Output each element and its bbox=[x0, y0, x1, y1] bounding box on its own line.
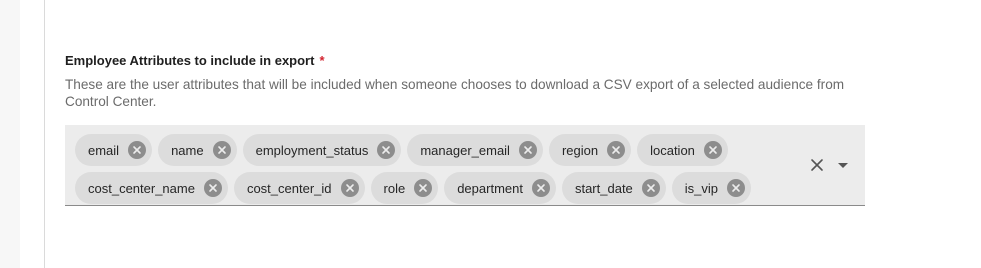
attribute-chip[interactable]: cost_center_id bbox=[233, 172, 365, 204]
attribute-chip[interactable]: email bbox=[75, 134, 153, 166]
attribute-chip[interactable]: start_date bbox=[561, 172, 666, 204]
chip-label: start_date bbox=[574, 180, 633, 196]
chip-label: department bbox=[457, 180, 523, 196]
chip-label: is_vip bbox=[684, 180, 719, 196]
chip-label: region bbox=[561, 142, 599, 158]
clear-all-icon[interactable] bbox=[809, 157, 825, 173]
chip-remove-icon[interactable] bbox=[518, 141, 537, 159]
chip-remove-icon[interactable] bbox=[703, 141, 722, 159]
chip-label: email bbox=[88, 142, 120, 158]
chip-remove-icon[interactable] bbox=[414, 179, 433, 197]
field-label: Employee Attributes to include in export… bbox=[65, 53, 325, 68]
chip-label: employment_status bbox=[255, 142, 369, 158]
chip-label: manager_email bbox=[420, 142, 510, 158]
chip-label: cost_center_id bbox=[246, 180, 332, 196]
required-marker: * bbox=[319, 53, 325, 68]
chip-label: role bbox=[383, 180, 406, 196]
attribute-chip[interactable]: employment_status bbox=[242, 134, 402, 166]
attribute-chip[interactable]: name bbox=[158, 134, 237, 166]
chip-remove-icon[interactable] bbox=[128, 141, 147, 159]
field-label-text: Employee Attributes to include in export bbox=[65, 53, 315, 68]
chip-row-1: email name employment_status manager_email r… bbox=[75, 134, 728, 166]
dropdown-arrow-icon[interactable] bbox=[838, 163, 848, 168]
left-rail bbox=[0, 0, 20, 268]
chip-remove-icon[interactable] bbox=[340, 179, 359, 197]
chip-remove-icon[interactable] bbox=[203, 179, 222, 197]
chip-remove-icon[interactable] bbox=[377, 141, 396, 159]
chip-remove-icon[interactable] bbox=[607, 141, 626, 159]
attributes-multiselect[interactable]: email name employment_status manager_email r… bbox=[65, 125, 865, 206]
chip-label: name bbox=[171, 142, 204, 158]
chip-remove-icon[interactable] bbox=[727, 179, 746, 197]
attribute-chip[interactable]: is_vip bbox=[671, 172, 752, 204]
attribute-chip[interactable]: cost_center_name bbox=[75, 172, 228, 204]
chip-remove-icon[interactable] bbox=[641, 179, 660, 197]
rail-divider bbox=[44, 0, 45, 268]
chip-row-2: cost_center_name cost_center_id role depart… bbox=[75, 172, 752, 204]
chip-remove-icon[interactable] bbox=[212, 141, 231, 159]
attribute-chip[interactable]: location bbox=[637, 134, 728, 166]
chip-label: location bbox=[650, 142, 695, 158]
chip-label: cost_center_name bbox=[88, 180, 195, 196]
attribute-chip[interactable]: region bbox=[548, 134, 632, 166]
chip-remove-icon[interactable] bbox=[531, 179, 550, 197]
attribute-chip[interactable]: department bbox=[444, 172, 556, 204]
attribute-chip[interactable]: role bbox=[370, 172, 439, 204]
field-help-text: These are the user attributes that will … bbox=[65, 77, 845, 109]
attribute-chip[interactable]: manager_email bbox=[407, 134, 543, 166]
